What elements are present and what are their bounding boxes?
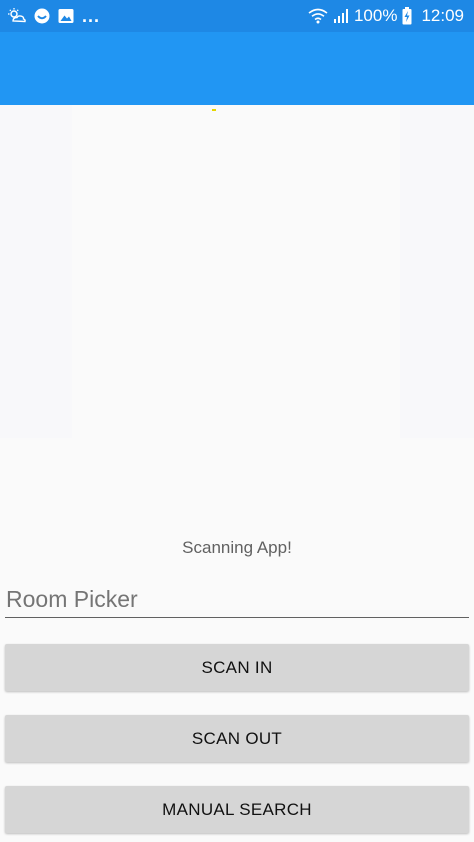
camera-preview[interactable] — [0, 105, 474, 438]
clock: 12:09 — [421, 6, 464, 25]
manual-search-button[interactable]: MANUAL SEARCH — [5, 786, 469, 833]
status-right-icons: 100% 12:09 — [308, 6, 464, 26]
signal-icon — [333, 8, 349, 24]
preview-left-panel — [0, 105, 72, 438]
wifi-icon — [308, 8, 328, 24]
app-icon — [34, 8, 50, 24]
scan-in-button[interactable]: SCAN IN — [5, 644, 469, 691]
status-left-icons: ... — [8, 7, 100, 25]
overflow-indicator: ... — [82, 6, 101, 26]
battery-percent: 100% — [353, 6, 398, 25]
focus-indicator — [212, 109, 216, 111]
preview-right-panel — [400, 105, 474, 438]
status-bar: ... 100% 12:09 — [0, 0, 474, 32]
scan-out-button[interactable]: SCAN OUT — [5, 715, 469, 762]
room-picker[interactable]: Room Picker — [5, 582, 469, 618]
image-icon — [58, 8, 74, 24]
battery-charging-icon — [402, 7, 412, 25]
app-toolbar — [0, 32, 474, 105]
weather-icon — [8, 8, 26, 24]
app-title: Scanning App! — [182, 538, 292, 557]
